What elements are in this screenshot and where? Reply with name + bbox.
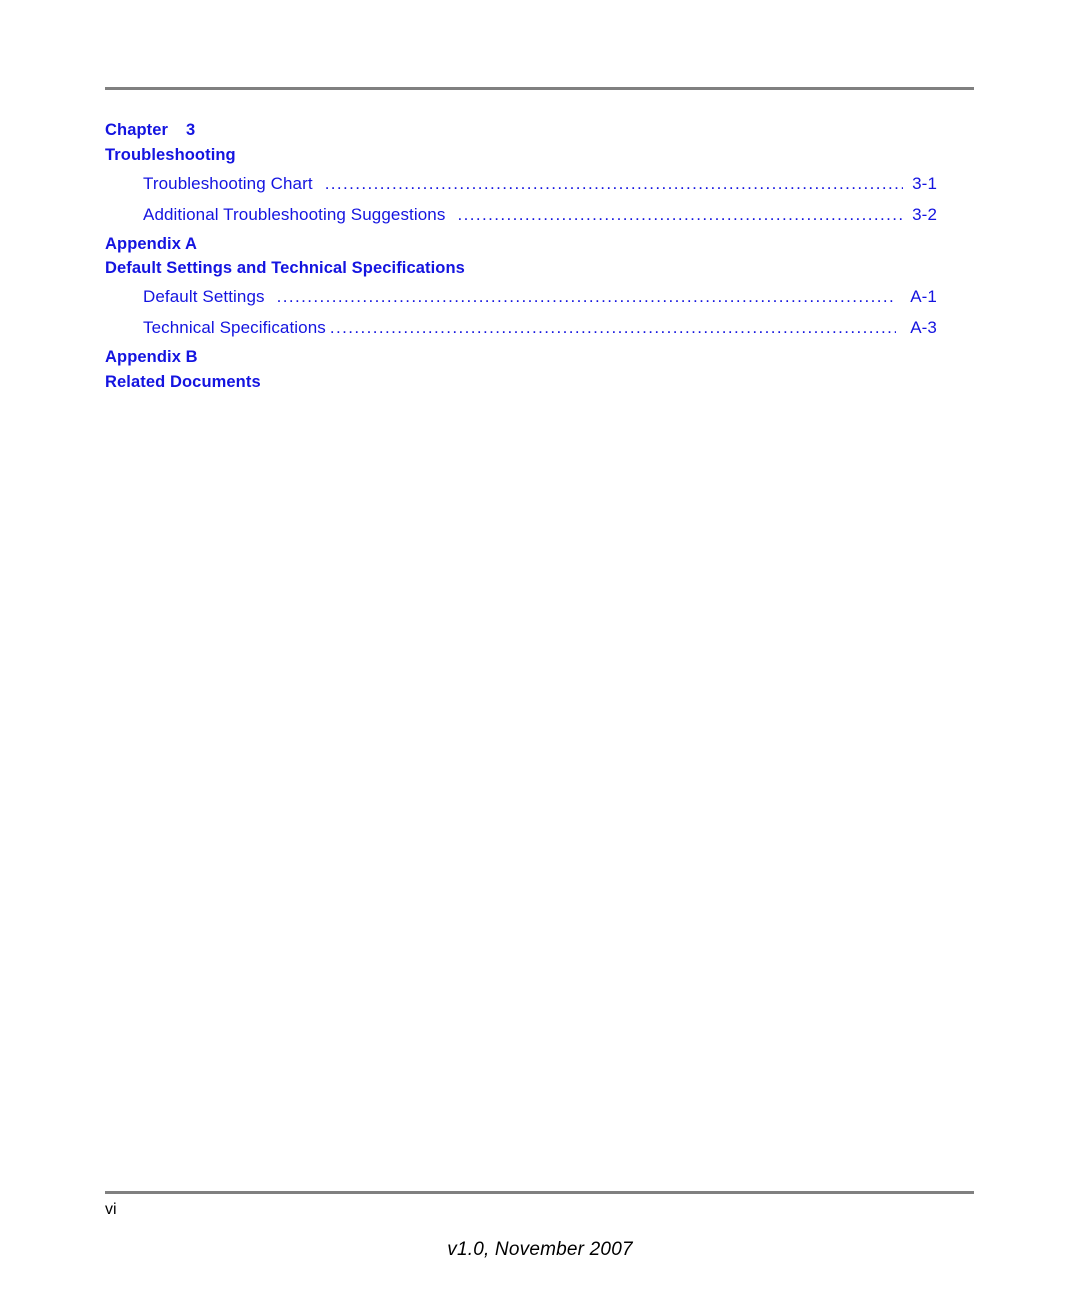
toc-entry[interactable]: Technical Specifications A-3 <box>105 312 937 343</box>
toc-group-heading-label: Appendix A <box>105 234 198 253</box>
dot-leader <box>277 288 896 305</box>
toc-entry[interactable]: Troubleshooting Chart 3-1 <box>105 168 937 199</box>
toc-entry-page: A-1 <box>910 287 937 306</box>
toc-entry-page: A-3 <box>910 318 937 337</box>
toc-group-heading-label: Appendix B <box>105 348 198 366</box>
dot-leader <box>330 319 896 336</box>
toc-entry-page: 3-1 <box>912 173 937 193</box>
toc-group-title: Troubleshooting <box>105 145 236 164</box>
dot-leader <box>325 175 903 192</box>
page-folio: vi <box>105 1201 117 1218</box>
document-version: v1.0, November 2007 <box>447 1239 633 1260</box>
toc-group-heading-number: 3 <box>186 121 196 139</box>
toc-entry-label: Technical Specifications <box>143 318 326 337</box>
toc-group-title: Default Settings and Technical Specifica… <box>105 259 465 277</box>
toc-entry[interactable]: Additional Troubleshooting Suggestions 3… <box>105 199 937 230</box>
toc-group-heading: Appendix B <box>105 345 937 370</box>
toc-group: Appendix A Default Settings and Technica… <box>105 232 937 344</box>
toc-group-heading-label: Chapter <box>105 121 169 139</box>
dot-leader <box>457 206 903 223</box>
toc-group: Appendix B Related Documents <box>105 345 937 395</box>
toc-entry-label: Default Settings <box>143 287 265 306</box>
table-of-contents: Chapter 3 Troubleshooting Troubleshooting… <box>105 118 937 395</box>
toc-entry-page: 3-2 <box>912 204 937 224</box>
toc-group-heading: Chapter 3 <box>105 118 937 143</box>
toc-group-heading: Appendix A <box>105 232 937 257</box>
document-page: Chapter 3 Troubleshooting Troubleshooting… <box>0 0 1080 1296</box>
toc-group-title: Related Documents <box>105 372 261 391</box>
toc-entry[interactable]: Default Settings A-1 <box>105 281 937 312</box>
toc-group: Chapter 3 Troubleshooting Troubleshooting… <box>105 118 937 230</box>
footer-rule <box>105 1191 974 1194</box>
toc-entry-label: Troubleshooting Chart <box>143 173 313 193</box>
header-rule <box>105 87 974 90</box>
toc-entry-label: Additional Troubleshooting Suggestions <box>143 204 446 224</box>
